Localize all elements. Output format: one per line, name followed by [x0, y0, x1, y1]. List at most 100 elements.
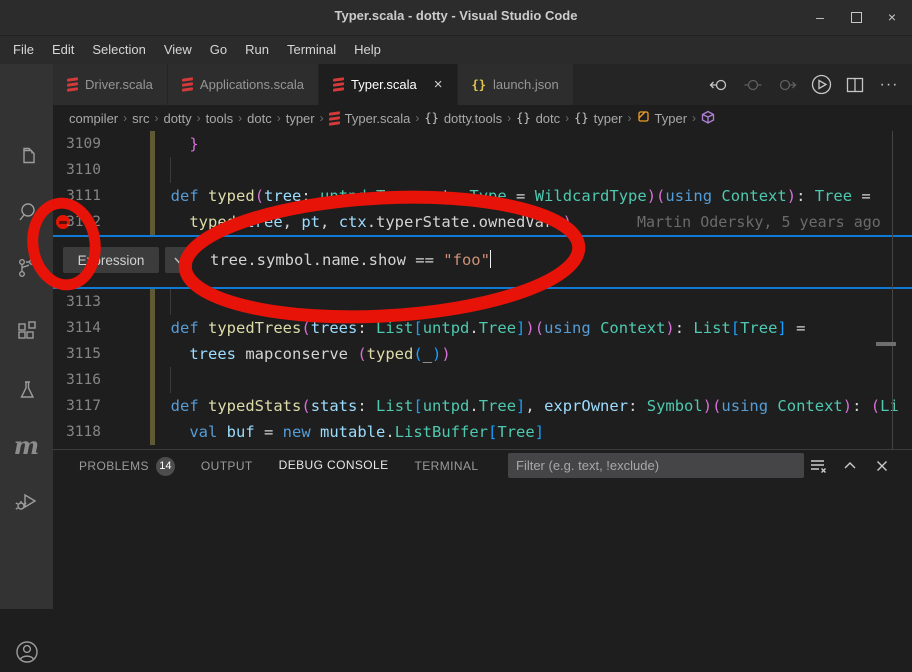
tab-launch-json[interactable]: {}launch.json — [458, 64, 574, 105]
code-line-3109[interactable]: 3109 } — [53, 131, 912, 157]
explorer-icon[interactable] — [0, 136, 53, 176]
clear-console-icon[interactable] — [806, 454, 830, 478]
editor-scrollbar-divider — [892, 131, 893, 449]
title-bar: Typer.scala - dotty - Visual Studio Code… — [0, 0, 912, 36]
code-text: val buf = new mutable.ListBuffer[Tree] — [152, 419, 544, 445]
search-icon[interactable] — [0, 192, 53, 232]
code-editor[interactable]: 3109 }31103111 def typed(tree: untpd.Tre… — [53, 131, 912, 449]
window-title: Typer.scala - dotty - Visual Studio Code — [0, 8, 912, 23]
menu-bar: FileEditSelectionViewGoRunTerminalHelp — [0, 36, 912, 64]
braces-json-icon: {} — [424, 111, 438, 125]
panel-tab-problems[interactable]: PROBLEMS14 — [79, 451, 175, 482]
code-text: def typedTrees(trees: List[untpd.Tree])(… — [152, 315, 805, 341]
scala-file-icon — [67, 78, 78, 91]
tab-label: Driver.scala — [85, 77, 153, 92]
run-debug-icon[interactable] — [0, 482, 53, 522]
breadcrumb-separator: › — [502, 111, 516, 125]
test-flask-icon[interactable] — [0, 370, 53, 410]
breadcrumb-item-dotc[interactable]: {}dotc — [516, 111, 560, 126]
tab-applications-scala[interactable]: Applications.scala — [168, 64, 319, 105]
breadcrumb-item-compiler[interactable]: compiler — [69, 111, 118, 126]
maximize-panel-icon[interactable] — [838, 454, 862, 478]
go-forward-icon[interactable] — [774, 72, 800, 98]
code-line-3112[interactable]: 3112 typed(tree, pt, ctx.typerState.owne… — [53, 209, 912, 235]
source-control-icon[interactable] — [0, 248, 53, 288]
debug-filter-input[interactable] — [508, 453, 804, 478]
breadcrumb-item-dotty-tools[interactable]: {} dotty.tools — [424, 111, 502, 126]
breadcrumb-item-src[interactable]: src — [132, 111, 149, 126]
metals-icon[interactable]: m — [0, 426, 53, 466]
more-actions-icon[interactable]: ··· — [876, 72, 902, 98]
editor-actions: ··· — [706, 64, 908, 105]
code-line-3115[interactable]: 3115 trees mapconserve (typed(_)) — [53, 341, 912, 367]
menu-selection[interactable]: Selection — [83, 39, 154, 61]
code-line-3116[interactable]: 3116 — [53, 367, 912, 393]
menu-help[interactable]: Help — [345, 39, 390, 61]
breadcrumb-label: dotc — [536, 111, 561, 126]
breadcrumb-item-tools[interactable]: tools — [206, 111, 233, 126]
menu-terminal[interactable]: Terminal — [278, 39, 345, 61]
close-tab-icon[interactable]: × — [434, 76, 443, 93]
close-window-button[interactable]: × — [880, 6, 904, 28]
breadcrumb-label: Typer — [655, 111, 688, 126]
go-last-edit-icon[interactable] — [740, 72, 766, 98]
line-number: 3109 — [53, 131, 101, 157]
class-symbol-icon — [637, 110, 650, 126]
breadcrumb-item-typer-scala[interactable]: Typer.scala — [329, 111, 411, 126]
breadcrumb-item-dotty[interactable]: dotty — [163, 111, 191, 126]
code-line-3117[interactable]: 3117 def typedStats(stats: List[untpd.Tr… — [53, 393, 912, 419]
code-line-3114[interactable]: 3114 def typedTrees(trees: List[untpd.Tr… — [53, 315, 912, 341]
tab-driver-scala[interactable]: Driver.scala — [53, 64, 168, 105]
breadcrumb-item-typer[interactable]: Typer — [637, 110, 688, 126]
panel-tab-terminal[interactable]: TERMINAL — [415, 451, 479, 482]
breadcrumb-separator: › — [560, 111, 574, 125]
tab-typer-scala[interactable]: Typer.scala× — [319, 64, 458, 105]
indent-guide — [170, 367, 171, 393]
line-number: 3113 — [53, 289, 101, 315]
menu-view[interactable]: View — [155, 39, 201, 61]
scala-file-icon — [182, 78, 193, 91]
breadcrumb-item-symbol[interactable] — [701, 110, 715, 127]
menu-go[interactable]: Go — [201, 39, 236, 61]
git-modified-gutter — [150, 157, 155, 183]
condition-type-select[interactable]: Expression — [63, 247, 159, 273]
code-line-3110[interactable]: 3110 — [53, 157, 912, 183]
breadcrumb-item-dotc[interactable]: dotc — [247, 111, 272, 126]
panel-tab-debug-console[interactable]: DEBUG CONSOLE — [279, 450, 389, 482]
breadcrumb-separator: › — [149, 111, 163, 125]
code-line-3118[interactable]: 3118 val buf = new mutable.ListBuffer[Tr… — [53, 419, 912, 445]
panel-tab-output[interactable]: OUTPUT — [201, 451, 253, 482]
menu-edit[interactable]: Edit — [43, 39, 83, 61]
breadcrumb-separator: › — [272, 111, 286, 125]
maximize-button[interactable] — [844, 6, 868, 28]
scala-file-icon — [329, 112, 340, 125]
line-number: 3118 — [53, 419, 101, 445]
git-modified-gutter — [150, 289, 155, 315]
chevron-down-icon[interactable] — [165, 247, 192, 273]
menu-run[interactable]: Run — [236, 39, 278, 61]
breadcrumb: compiler›src›dotty›tools›dotc›typer›Type… — [53, 105, 912, 131]
line-number: 3112 — [53, 209, 101, 235]
breadcrumb-item-typer[interactable]: typer — [286, 111, 315, 126]
condition-expression-input[interactable]: tree.symbol.name.show == "foo" — [210, 237, 491, 283]
code-text: def typedStats(stats: List[untpd.Tree], … — [152, 393, 899, 419]
run-or-debug-icon[interactable] — [808, 72, 834, 98]
breadcrumb-label: dotty.tools — [444, 111, 502, 126]
go-back-icon[interactable] — [706, 72, 732, 98]
menu-file[interactable]: File — [4, 39, 43, 61]
minimize-button[interactable]: – — [808, 6, 832, 28]
metals-m-glyph: m — [14, 436, 39, 456]
expression-token: tree.symbol.name.show == — [210, 251, 443, 269]
extensions-icon[interactable] — [0, 311, 53, 351]
breadcrumb-separator: › — [192, 111, 206, 125]
line-number: 3114 — [53, 315, 101, 341]
breadcrumb-item-typer[interactable]: {}typer — [574, 111, 622, 126]
close-panel-icon[interactable] — [870, 454, 894, 478]
code-text: typed(tree, pt, ctx.typerState.ownedVars… — [152, 209, 572, 235]
code-line-3111[interactable]: 3111 def typed(tree: untpd.Tree, pt: Typ… — [53, 183, 912, 209]
account-icon[interactable] — [0, 632, 53, 672]
debug-console-content[interactable] — [53, 481, 912, 609]
breadcrumb-separator: › — [315, 111, 329, 125]
split-editor-icon[interactable] — [842, 72, 868, 98]
code-line-3113[interactable]: 3113 — [53, 289, 912, 315]
